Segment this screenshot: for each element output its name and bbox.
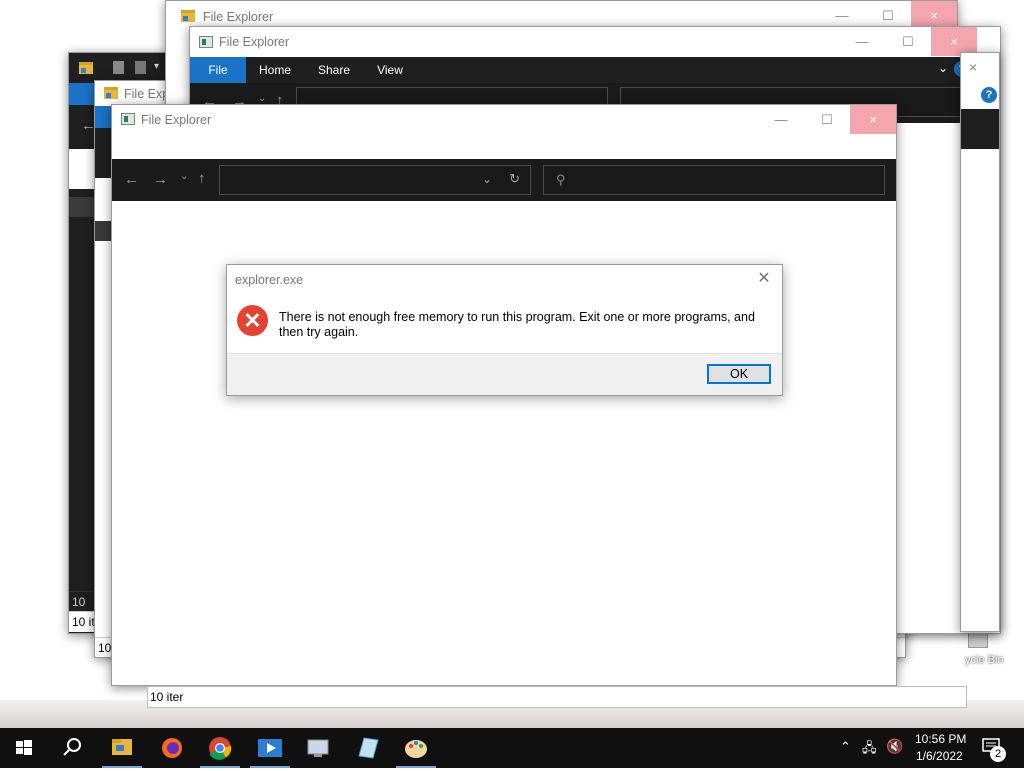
nav-bar: ← → ⌄ ↑ ⌄ ↻ ⚲ (112, 159, 896, 201)
back-arrow-icon[interactable]: ← (124, 171, 139, 188)
ribbon-collapsed (112, 135, 896, 159)
explorer-window-right[interactable]: × ? (960, 52, 1000, 632)
ribbon-tabs: File Home Share View ⌄ ? (190, 57, 1000, 83)
close-button[interactable]: × (969, 59, 977, 75)
nav-pane (69, 149, 95, 189)
dialog-title: explorer.exe (235, 273, 304, 287)
tab-view[interactable]: View (370, 57, 410, 83)
window-title: File Explorer (141, 113, 212, 127)
refresh-icon[interactable]: ↻ (509, 171, 520, 187)
address-bar[interactable]: ⌄ ↻ (219, 165, 531, 195)
paint-icon[interactable] (392, 728, 440, 768)
title-bar[interactable]: File Explorer — ☐ × (190, 27, 1000, 57)
chrome-icon[interactable] (196, 728, 244, 768)
clock-time[interactable]: 10:56 PM (915, 732, 966, 746)
forward-arrow-icon[interactable]: → (153, 171, 168, 188)
title-bar[interactable]: File Explorer — ☐ × (112, 105, 896, 135)
tab-share[interactable]: Share (312, 57, 356, 83)
new-folder-icon[interactable] (135, 61, 146, 74)
notification-badge: 2 (990, 746, 1006, 762)
error-dialog[interactable]: explorer.exe ✕ ✕ There is not enough fre… (226, 264, 783, 396)
status-bar-back: 10 iter (147, 686, 967, 708)
volume-muted-icon[interactable]: 🔇 (886, 738, 903, 755)
minimize-button[interactable]: — (839, 27, 885, 56)
close-button[interactable]: × (850, 105, 896, 134)
search-icon: ⚲ (556, 172, 566, 187)
app-icon (121, 113, 135, 125)
item-count: 10 it (72, 615, 95, 629)
file-explorer-icon[interactable] (98, 728, 146, 768)
recent-dropdown-icon[interactable]: ⌄ (180, 171, 188, 182)
dialog-close-icon[interactable]: ✕ (754, 269, 774, 289)
tab-home[interactable]: Home (252, 57, 298, 83)
media-player-icon[interactable] (246, 728, 294, 768)
nav-pane-item[interactable] (69, 197, 95, 217)
start-icon[interactable] (0, 728, 48, 768)
dialog-footer: OK (227, 353, 782, 395)
recent-dropdown-icon[interactable]: ⌄ (258, 93, 266, 104)
folder-icon (181, 10, 195, 22)
network-status-icon[interactable]: 🖧 (862, 739, 877, 761)
window-title: File Explorer (203, 10, 274, 24)
search-icon[interactable] (48, 728, 96, 768)
recycle-bin-label[interactable]: ycle Bin (965, 654, 1004, 666)
item-count: 10 (72, 595, 86, 609)
maximize-button[interactable]: ☐ (885, 27, 931, 56)
up-arrow-icon[interactable]: ↑ (198, 170, 206, 187)
search-box[interactable]: ⚲ (543, 165, 885, 195)
app-icon (199, 36, 213, 48)
network-icon[interactable] (294, 728, 342, 768)
address-dropdown-icon[interactable]: ⌄ (482, 172, 492, 186)
window-title: File Explorer (219, 35, 290, 49)
notepad-icon[interactable] (344, 728, 392, 768)
ok-button[interactable]: OK (707, 364, 771, 384)
nav-pane-item[interactable] (95, 221, 111, 241)
ribbon-expand-icon[interactable]: ⌄ (938, 61, 948, 75)
tab-file[interactable]: File (190, 57, 246, 83)
help-icon[interactable]: ? (981, 87, 997, 103)
dialog-message: There is not enough free memory to run t… (279, 310, 755, 339)
clock-date[interactable]: 1/6/2022 (916, 749, 963, 763)
customize-toolbar-icon[interactable]: ▾ (154, 61, 159, 72)
folder-icon (104, 87, 118, 99)
item-count: 10 iter (150, 690, 184, 704)
maximize-button[interactable]: ☐ (804, 105, 850, 134)
minimize-button[interactable]: — (758, 105, 804, 134)
firefox-icon[interactable] (148, 728, 196, 768)
taskbar: ⌃ 🖧 🔇 10:56 PM 1/6/2022 2 (0, 728, 1024, 768)
nav-bar (961, 109, 999, 149)
error-icon: ✕ (237, 305, 268, 336)
properties-icon[interactable] (113, 61, 124, 74)
folder-icon (79, 62, 93, 74)
show-hidden-icons[interactable]: ⌃ (840, 739, 851, 755)
